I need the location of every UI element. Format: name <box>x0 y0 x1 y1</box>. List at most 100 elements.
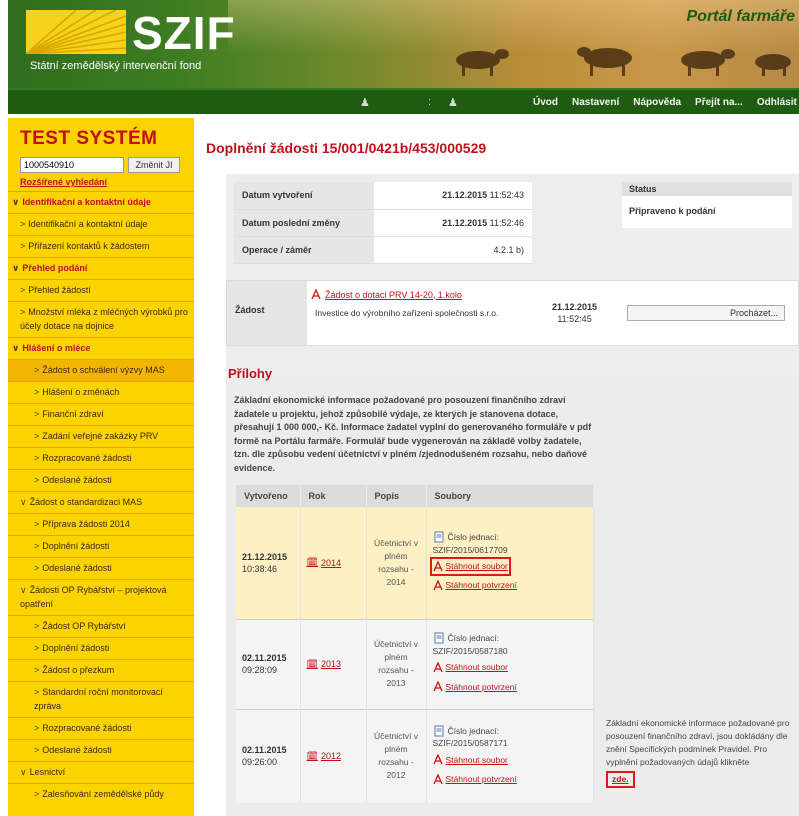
sidebar-item[interactable]: > Hlášení o změnách <box>8 381 194 403</box>
prilohy-area: Základní ekonomické informace požadované… <box>226 382 799 816</box>
sidebar-item[interactable]: ∨ Identifikační a kontaktní údaje <box>8 191 194 213</box>
table-row: 21.12.2015 10:38:46 🗓 2014 Účetnictví v pl… <box>236 507 594 619</box>
table-row: 02.11.2015 09:26:00 🗓 2012 Účetnictví v pl… <box>236 708 594 803</box>
page-title: Doplnění žádosti 15/001/0421b/453/000529 <box>206 140 487 156</box>
download-confirmation-link[interactable]: Stáhnout potvrzení <box>432 773 517 786</box>
sidebar-item[interactable]: > Doplnění žádosti <box>8 535 194 557</box>
sidebar-item[interactable]: > Přiřazení kontaktů k žádostem <box>8 235 194 257</box>
sidebar-item-label: Žádost OP Rybářství <box>42 621 126 631</box>
cislo-jednaci: SZIF/2015/0587180 <box>432 645 508 656</box>
sidebar-item-label: Odeslané žádosti <box>42 563 112 573</box>
nav-napoveda[interactable]: Nápověda <box>633 97 681 108</box>
sidebar-item-label: Doplnění žádosti <box>42 541 110 551</box>
sidebar-item[interactable]: > Žádost o přezkum <box>8 659 194 681</box>
id-input[interactable] <box>20 157 124 173</box>
chevron-right-icon: > <box>34 723 40 733</box>
sidebar-item[interactable]: > Žádost OP Rybářství <box>8 615 194 637</box>
browse-button[interactable]: Procházet... <box>627 305 785 321</box>
calendar-icon: 🗓 <box>306 750 318 761</box>
document-icon <box>434 725 443 736</box>
column-header: Soubory <box>426 485 594 507</box>
sidebar-item-label: Standardní roční monitorovací zpráva <box>34 687 163 711</box>
logo-text: SZIF <box>132 7 236 59</box>
sidebar-item[interactable]: > Odeslané žádosti <box>8 557 194 579</box>
sidebar-item[interactable]: > Žádost o schválení výzvy MAS <box>8 359 194 381</box>
calendar-icon: 🗓 <box>306 557 318 568</box>
sidebar-item-label: Příprava žádosti 2014 <box>42 519 130 529</box>
sidebar-item[interactable]: > Doplnění žádosti <box>8 637 194 659</box>
info-key: Operace / záměr <box>234 236 374 264</box>
download-confirmation-link[interactable]: Stáhnout potvrzení <box>432 579 517 592</box>
chevron-right-icon: > <box>34 665 40 675</box>
sidebar-item[interactable]: > Standardní roční monitorovací zpráva <box>8 681 194 717</box>
info-key: Datum poslední změny <box>234 209 374 237</box>
sidebar-item[interactable]: ∨ Lesnictví <box>8 761 194 783</box>
download-file-link[interactable]: Stáhnout soubor <box>429 557 511 576</box>
portal-title: Portál farmáře <box>686 8 796 25</box>
sidebar-item-label: Zalesňování zemědělské půdy <box>42 789 164 799</box>
system-title: TEST SYSTÉM <box>20 128 158 149</box>
year-link[interactable]: 🗓 2013 <box>307 659 341 670</box>
sidebar-item[interactable]: > Zalesňování zemědělské půdy <box>8 783 194 805</box>
sidebar-item[interactable]: ∨ Přehled podání <box>8 257 194 279</box>
nav-odhlasit[interactable]: Odhlásit <box>757 97 797 108</box>
chevron-right-icon: > <box>20 285 26 295</box>
created-date: 02.11.2015 09:28:09 <box>242 653 287 675</box>
sidebar-item[interactable]: > Příprava žádosti 2014 <box>8 513 194 535</box>
change-ji-button[interactable]: Změnit JI <box>128 157 180 173</box>
chevron-down-icon: ∨ <box>20 585 27 595</box>
pdf-icon <box>432 580 443 591</box>
sidebar: TEST SYSTÉM Změnit JI Rozšířené vyhledán… <box>8 118 194 816</box>
soubor-cell: Číslo jednací: SZIF/2015/0587171 Stáhnou… <box>433 725 588 789</box>
advanced-search-link[interactable]: Rozšířené vyhledání <box>20 177 184 187</box>
nav-prejit-na[interactable]: Přejít na... <box>695 97 743 108</box>
sidebar-item-label: Doplnění žádosti <box>42 643 110 653</box>
sidebar-item[interactable]: ∨ Žádost o standardizaci MAS <box>8 491 194 513</box>
sidebar-item[interactable]: > Finanční zdraví <box>8 403 194 425</box>
zde-link[interactable]: zde. <box>606 771 635 788</box>
sidebar-item[interactable]: ∨ Hlášení o mléce <box>8 337 194 359</box>
nav-nastaveni[interactable]: Nastavení <box>572 97 619 108</box>
pdf-icon <box>432 754 443 765</box>
nav-uvod[interactable]: Úvod <box>533 97 558 108</box>
sidebar-item[interactable]: > Identifikační a kontaktní údaje <box>8 213 194 235</box>
cattle-illustration <box>456 47 791 76</box>
status-value: Připraveno k podání <box>629 206 716 216</box>
chevron-right-icon: > <box>34 687 40 697</box>
chevron-right-icon: > <box>34 365 40 375</box>
user-icon[interactable]: ♟ <box>360 96 370 109</box>
szif-logo-icon[interactable] <box>26 10 126 54</box>
user-separator: : <box>428 96 432 108</box>
info-value: 21.12.2015 11:52:46 <box>374 209 532 237</box>
soubor-cell: Číslo jednací: SZIF/2015/0587180 Stáhnou… <box>433 632 588 696</box>
user-icon[interactable]: ♟ <box>448 96 458 109</box>
sidebar-item[interactable]: > Odeslané žádosti <box>8 469 194 491</box>
cislo-jednaci: SZIF/2015/0617709 <box>432 544 508 555</box>
download-confirmation-link[interactable]: Stáhnout potvrzení <box>432 681 517 694</box>
sidebar-item[interactable]: ∨ Žádosti OP Rybářství – projektová opatř… <box>8 579 194 615</box>
top-navbar: ♟ : ♟ Úvod Nastavení Nápověda Přejít na.… <box>8 88 799 114</box>
zadost-pdf-link[interactable]: Žádost o dotaci PRV 14-20, 1.kolo <box>311 289 462 300</box>
download-file-link[interactable]: Stáhnout soubor <box>432 661 508 674</box>
prilohy-description: Základní ekonomické informace požadované… <box>234 395 592 473</box>
zadost-date: 21.12.2015 11:52:45 <box>552 302 598 324</box>
year-link[interactable]: 🗓 2014 <box>307 557 341 568</box>
sidebar-item-label: Odeslané žádosti <box>42 745 112 755</box>
sidebar-item[interactable]: > Odeslané žádosti <box>8 739 194 761</box>
download-file-link[interactable]: Stáhnout soubor <box>432 754 508 767</box>
status-header: Status <box>622 182 792 196</box>
chevron-right-icon: > <box>34 541 40 551</box>
document-icon <box>434 632 443 644</box>
sidebar-item-label: Žádost o standardizaci MAS <box>29 497 143 507</box>
column-header: Rok <box>300 485 367 507</box>
header-banner: SZIF Státní zemědělský intervenční fond … <box>8 0 799 88</box>
status-box: Status Připraveno k podání <box>622 182 792 228</box>
pdf-icon <box>432 560 443 572</box>
year-link[interactable]: 🗓 2012 <box>307 751 341 762</box>
sidebar-item[interactable]: > Zadání veřejné zakázky PRV <box>8 425 194 447</box>
sidebar-item[interactable]: > Rozpracované žádosti <box>8 717 194 739</box>
sidebar-item[interactable]: > Rozpracované žádosti <box>8 447 194 469</box>
chevron-right-icon: > <box>34 475 40 485</box>
sidebar-item[interactable]: > Množství mléka z mléčných výrobků pro ú… <box>8 301 194 337</box>
sidebar-item[interactable]: > Přehled žádostí <box>8 279 194 301</box>
